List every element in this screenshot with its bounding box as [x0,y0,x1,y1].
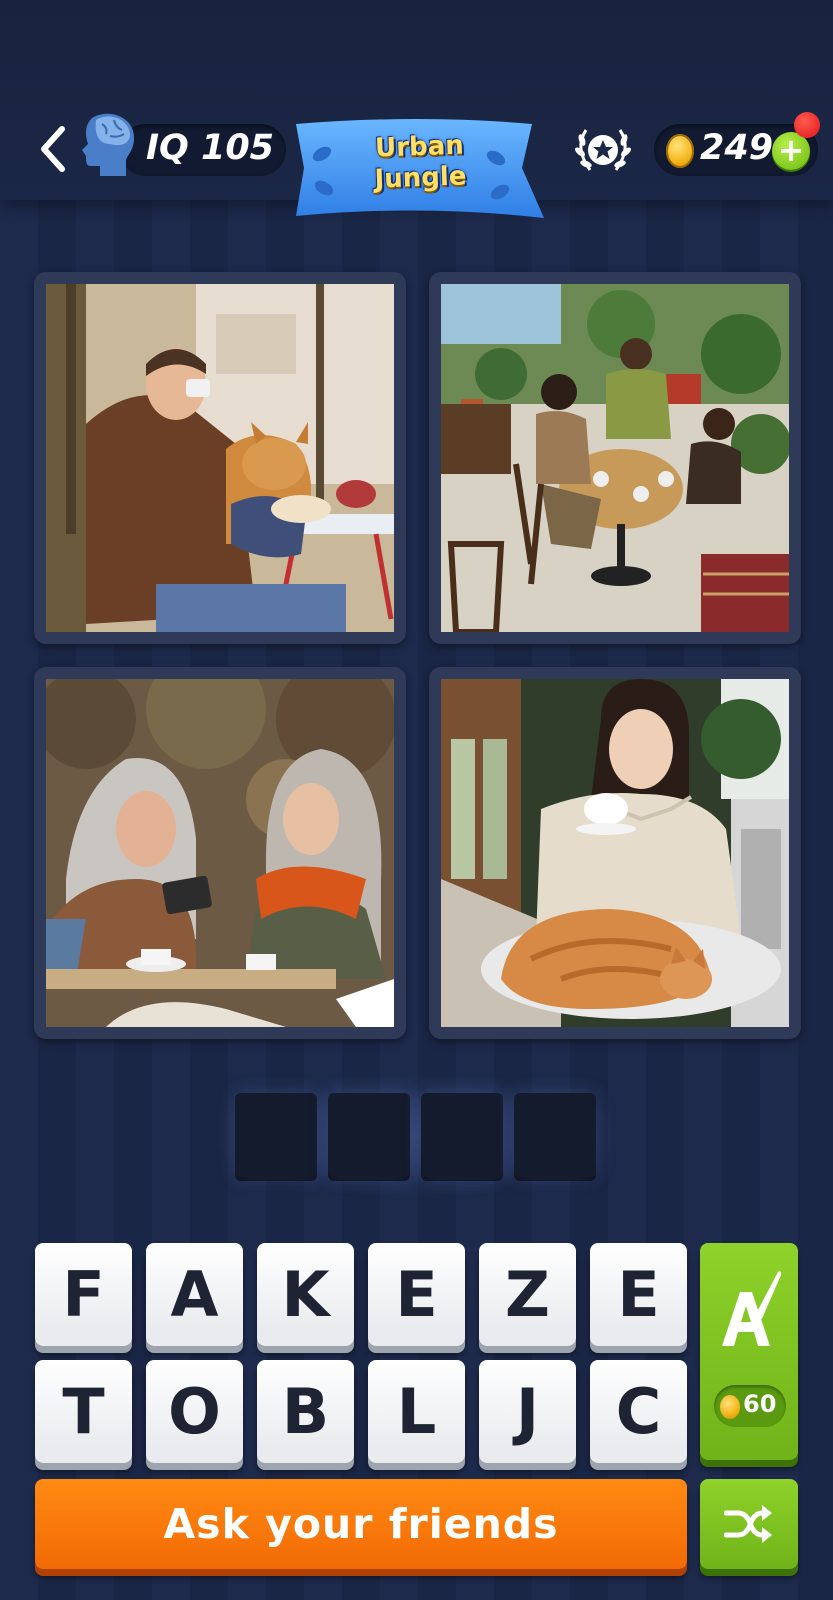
puzzle-image-2[interactable] [429,272,801,644]
shuffle-button[interactable] [700,1479,798,1569]
letter-key[interactable]: B [257,1360,354,1463]
letter-key[interactable]: J [479,1360,576,1463]
brain-head-icon [78,110,138,182]
letter-key[interactable]: Z [479,1243,576,1346]
level-banner-title: Urban Jungle [291,128,549,199]
answer-slot-1[interactable] [235,1093,317,1177]
coin-icon [666,134,694,168]
letter-key[interactable]: C [590,1360,687,1463]
letter-key[interactable]: E [368,1243,465,1346]
letter-key[interactable]: A [146,1243,243,1346]
letter-key[interactable]: F [35,1243,132,1346]
man-with-corgi-photo [46,284,394,632]
answer-slot-2[interactable] [328,1093,410,1177]
letter-key[interactable]: T [35,1360,132,1463]
letter-key[interactable]: O [146,1360,243,1463]
puzzle-image-1[interactable] [34,272,406,644]
ask-friends-button[interactable]: Ask your friends [35,1479,687,1569]
answer-slot-3[interactable] [421,1093,503,1177]
laurel-star-icon[interactable] [570,122,636,178]
friends-plant-cafe-photo [441,284,789,632]
shuffle-icon [724,1505,772,1543]
woman-tea-cat-photo [441,679,789,1027]
puzzle-image-3[interactable] [34,667,406,1039]
women-outdoor-cafe-photo [46,679,394,1027]
answer-slot-4[interactable] [514,1093,596,1177]
letter-brush-icon [718,1266,784,1350]
coin-icon [720,1395,740,1419]
back-arrow-icon[interactable] [36,125,72,173]
coin-balance: 249 [700,128,774,168]
notification-badge [794,112,820,138]
reveal-cost: 60 [743,1390,777,1418]
letter-key[interactable]: E [590,1243,687,1346]
iq-score-label: IQ 105 [146,128,275,168]
puzzle-image-4[interactable] [429,667,801,1039]
letter-key[interactable]: K [257,1243,354,1346]
letter-key[interactable]: L [368,1360,465,1463]
